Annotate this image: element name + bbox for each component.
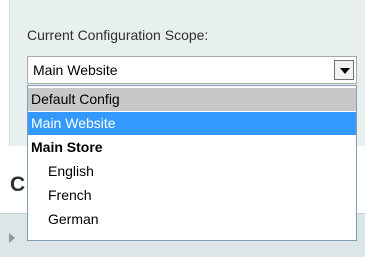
triangle-right-icon[interactable] (9, 233, 15, 243)
config-scope-dropdown: Default Config Main Website Main Store E… (27, 85, 357, 241)
page-heading: C (10, 173, 26, 196)
option-main-store[interactable]: Main Store (28, 136, 356, 159)
option-main-website[interactable]: Main Website (28, 112, 356, 135)
option-french[interactable]: French (28, 184, 356, 207)
config-scope-select[interactable]: Main Website (27, 56, 357, 84)
config-scope-selected-value: Main Website (33, 62, 118, 78)
option-default-config[interactable]: Default Config (28, 88, 356, 111)
option-german[interactable]: German (28, 208, 356, 231)
chevron-down-icon[interactable] (334, 60, 354, 80)
option-english[interactable]: English (28, 160, 356, 183)
config-scope-label: Current Configuration Scope: (27, 27, 209, 43)
